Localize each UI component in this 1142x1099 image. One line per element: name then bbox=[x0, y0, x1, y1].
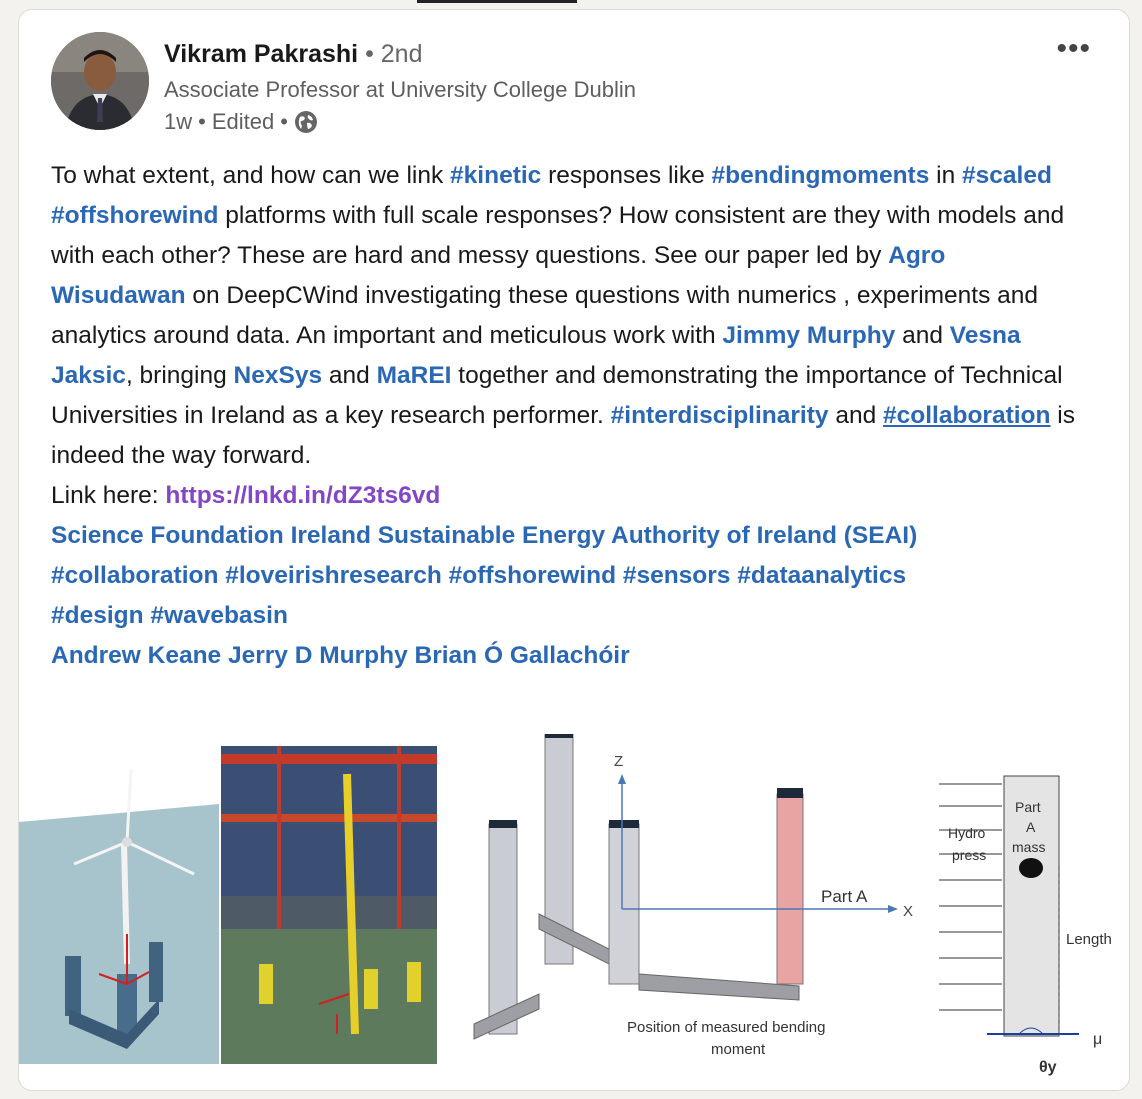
author-avatar[interactable] bbox=[51, 32, 149, 130]
author-name[interactable]: Vikram Pakrashi bbox=[164, 40, 358, 68]
people-mentions[interactable]: Andrew Keane Jerry D Murphy Brian Ó Gall… bbox=[51, 636, 1081, 676]
mass-label-3: mass bbox=[1012, 839, 1045, 855]
top-tab-indicator bbox=[417, 0, 577, 3]
post-time: 1w bbox=[164, 109, 193, 134]
post-text-segment: and bbox=[828, 402, 884, 429]
post-meta: 1w • Edited • bbox=[164, 109, 318, 135]
post-text-segment: , bringing bbox=[125, 362, 234, 389]
connection-degree: • 2nd bbox=[365, 40, 423, 68]
link-label: Link here: bbox=[51, 482, 166, 509]
hashtag-bendingmoments[interactable]: #bendingmoments bbox=[712, 162, 930, 189]
mention-marei[interactable]: MaREI bbox=[377, 362, 452, 389]
column-force-diagram bbox=[939, 775, 1079, 1037]
hashtag-offshorewind[interactable]: #offshorewind bbox=[51, 202, 218, 229]
globe-icon bbox=[294, 111, 317, 133]
mention-jimmy-murphy[interactable]: Jimmy Murphy bbox=[722, 322, 895, 349]
hashtags-line-1[interactable]: #collaboration #loveirishresearch #offsh… bbox=[51, 556, 1081, 596]
hashtag-collaboration[interactable]: #collaboration bbox=[883, 402, 1050, 429]
post-text: To what extent, and how can we link #kin… bbox=[51, 156, 1081, 676]
position-label-1: Position of measured bending bbox=[627, 1019, 825, 1036]
mention-nexsys[interactable]: NexSys bbox=[234, 362, 323, 389]
mass-label-1: Part bbox=[1015, 799, 1041, 815]
post-text-segment: and bbox=[895, 322, 950, 349]
post-text-segment: in bbox=[929, 162, 963, 189]
more-options-icon[interactable]: ••• bbox=[1056, 32, 1091, 66]
theta-label: θy bbox=[1039, 1059, 1057, 1076]
post-card: Vikram Pakrashi • 2nd Associate Professo… bbox=[18, 9, 1130, 1091]
length-label: Length bbox=[1066, 931, 1112, 948]
paper-link[interactable]: https://lnkd.in/dZ3ts6vd bbox=[165, 482, 440, 509]
z-axis-label: Z bbox=[614, 753, 623, 770]
mu-label: μ bbox=[1093, 1031, 1102, 1048]
hashtag-interdisciplinarity[interactable]: #interdisciplinarity bbox=[611, 402, 829, 429]
edited-label: Edited bbox=[211, 109, 275, 134]
post-text-segment: and bbox=[322, 362, 377, 389]
post-text-segment: responses like bbox=[541, 162, 712, 189]
turbine-render bbox=[19, 734, 219, 1064]
mass-label-2: A bbox=[1026, 819, 1036, 835]
hashtag-scaled[interactable]: #scaled bbox=[962, 162, 1052, 189]
meta-dot: • bbox=[280, 109, 288, 134]
position-label-2: moment bbox=[711, 1041, 766, 1058]
press-label: press bbox=[952, 847, 986, 863]
post-image[interactable]: Z X Part A Position of measured bending … bbox=[19, 730, 1129, 1094]
org-mentions[interactable]: Science Foundation Ireland Sustainable E… bbox=[51, 516, 1081, 556]
part-a-label: Part A bbox=[821, 887, 868, 906]
link-line: Link here: https://lnkd.in/dZ3ts6vd bbox=[51, 476, 1081, 516]
wave-basin-photo bbox=[221, 746, 437, 1064]
meta-dot: • bbox=[198, 109, 206, 134]
x-axis-label: X bbox=[903, 903, 913, 920]
author-headline: Associate Professor at University Colleg… bbox=[164, 77, 636, 102]
hashtags-line-2[interactable]: #design #wavebasin bbox=[51, 596, 1081, 636]
post-text-segment: To what extent, and how can we link bbox=[51, 162, 451, 189]
hashtag-kinetic[interactable]: #kinetic bbox=[450, 162, 541, 189]
hydro-label: Hydro bbox=[948, 825, 986, 841]
author-name-row[interactable]: Vikram Pakrashi • 2nd bbox=[164, 40, 423, 69]
